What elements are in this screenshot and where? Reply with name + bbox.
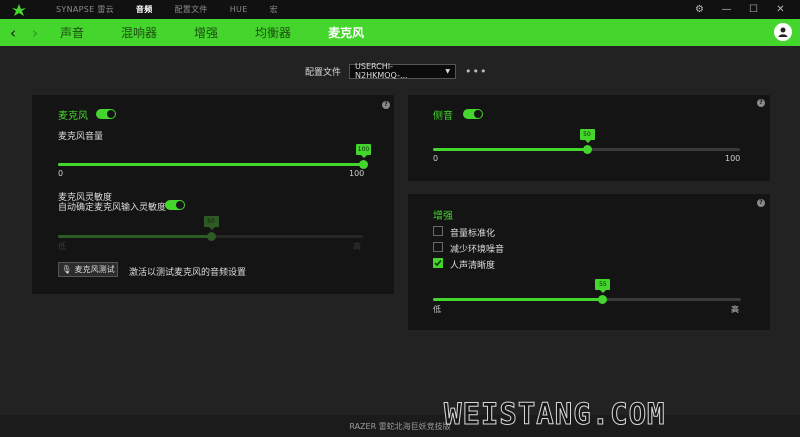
volume-normalization-checkbox[interactable] [433,226,443,236]
watermark: WEISTANG.COM [444,397,666,432]
mic-volume-label: 麦克风音量 [58,132,104,142]
top-tab-macro[interactable]: 宏 [270,4,278,15]
profile-selector-row: 配置文件 USERCHI-N2HKMOQ-... ▼ ••• [305,62,487,80]
footer-device-name: RAZER 雷蛇北海巨妖竞技版 [349,422,451,431]
tab-microphone[interactable]: 麦克风 [328,24,364,41]
voice-clarity-max: 高 [731,305,739,314]
slider-thumb[interactable] [359,160,368,169]
voice-clarity-checkbox[interactable] [433,258,443,268]
enhance-panel: ? 增强 音量标准化 减少环境噪音 人声清晰度 55 低 高 [408,194,770,330]
mic-test-hint: 激活以测试麦克风的音频设置 [129,268,247,278]
slider-fill [58,163,363,166]
auto-sensitivity-label: 自动确定麦克风输入灵敏度 [58,203,167,213]
settings-icon[interactable]: ⚙ [686,4,713,15]
more-options-icon[interactable]: ••• [465,65,487,78]
sub-nav-bar: ‹ › 声音 混响器 增强 均衡器 麦克风 [0,19,800,46]
slider-value-bubble: 100 [356,144,371,158]
voice-clarity-label: 人声清晰度 [450,261,496,271]
mic-sensitivity-min: 低 [58,242,66,251]
razer-logo-icon [10,3,28,17]
mic-volume-max: 100 [349,169,365,178]
sidetone-title: 侧音 [433,111,453,122]
mic-volume-min: 0 [58,169,64,178]
mic-sensitivity-slider[interactable]: 50 [58,216,363,241]
microphone-title: 麦克风 [58,111,88,122]
voice-clarity-min: 低 [433,305,441,314]
title-bar: SYNAPSE 雷云 音频 配置文件 HUE 宏 ⚙ — ☐ ✕ [0,0,800,19]
slider-thumb[interactable] [582,145,592,154]
microphone-toggle[interactable] [96,109,116,119]
slider-value-bubble: 50 [579,129,595,143]
top-tab-audio[interactable]: 音频 [136,4,153,15]
slider-fill [433,148,587,151]
sidetone-slider[interactable]: 50 [433,129,740,154]
slider-thumb[interactable] [598,295,608,304]
slider-thumb[interactable] [206,232,216,241]
tab-sound[interactable]: 声音 [60,24,84,41]
profile-dropdown[interactable]: USERCHI-N2HKMOQ-... ▼ [349,62,457,80]
sidetone-panel: ? 侧音 50 0 100 [408,95,770,181]
noise-reduction-checkbox[interactable] [433,242,443,252]
chevron-down-icon: ▼ [445,67,451,75]
microphone-icon: 🎙 [61,265,72,274]
tab-mixer[interactable]: 混响器 [121,24,157,41]
sidetone-max: 100 [725,154,741,163]
forward-arrow-icon[interactable]: › [28,24,42,42]
help-icon[interactable]: ? [757,199,765,207]
window-controls: ⚙ — ☐ ✕ [686,0,794,19]
profile-value: USERCHI-N2HKMOQ-... [355,62,408,80]
profile-label: 配置文件 [305,67,342,78]
tab-equalizer[interactable]: 均衡器 [255,24,291,41]
minimize-icon[interactable]: — [713,4,740,15]
help-icon[interactable]: ? [382,101,390,109]
top-tab-profiles[interactable]: 配置文件 [175,4,208,15]
tab-enhance[interactable]: 增强 [194,24,218,41]
mic-volume-slider[interactable]: 100 [58,144,371,169]
slider-fill [58,235,211,238]
auto-sensitivity-toggle[interactable] [165,200,185,210]
maximize-icon[interactable]: ☐ [740,4,767,15]
enhance-title: 增强 [433,211,453,222]
top-tab-synapse[interactable]: SYNAPSE 雷云 [56,4,114,15]
user-avatar-icon[interactable] [774,23,792,41]
mic-test-label: 麦克风测试 [74,265,115,274]
top-tab-hue[interactable]: HUE [230,5,248,14]
volume-normalization-label: 音量标准化 [450,229,496,239]
slider-value-bubble: 50 [203,216,219,230]
sidetone-toggle[interactable] [463,109,483,119]
help-icon[interactable]: ? [757,99,765,107]
slider-value-bubble: 55 [595,279,611,293]
sidetone-min: 0 [433,154,439,163]
slider-fill [433,298,603,301]
footer: RAZER 雷蛇北海巨妖竞技版 [0,415,800,437]
back-arrow-icon[interactable]: ‹ [6,24,20,42]
mic-sensitivity-max: 高 [353,242,361,251]
close-icon[interactable]: ✕ [767,4,794,15]
noise-reduction-label: 减少环境噪音 [450,245,505,255]
voice-clarity-slider[interactable]: 55 [433,279,741,304]
mic-test-button[interactable]: 🎙 麦克风测试 [58,262,118,277]
